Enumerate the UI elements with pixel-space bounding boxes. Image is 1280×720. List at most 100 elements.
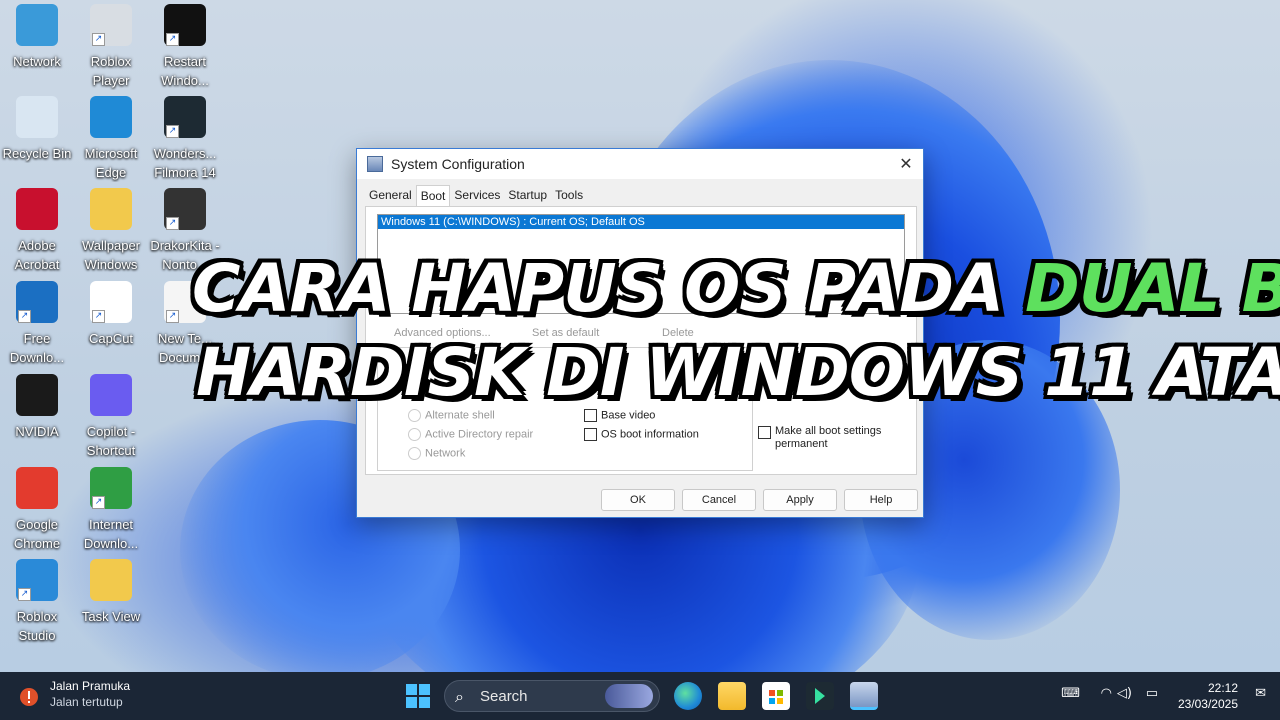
network-icon [16, 4, 58, 46]
weather-title: Jalan Pramuka [50, 679, 131, 693]
desktop-icon-label: Network [13, 54, 61, 69]
volume-icon[interactable]: ◁) [1117, 686, 1132, 701]
desktop-icon[interactable]: ↗ Restart Windo... [147, 4, 223, 90]
capcut-icon: ↗ [90, 281, 132, 323]
desktop-icon[interactable]: ↗ Wonders... Filmora 14 [147, 96, 223, 182]
search-icon: ⌕ [455, 687, 464, 706]
search-highlight-icon [605, 684, 653, 708]
drakorkita-icon: ↗ [164, 188, 206, 230]
idm-icon: ↗ [90, 467, 132, 509]
shortcut-arrow-icon: ↗ [166, 310, 179, 323]
microsoft-store-icon[interactable] [762, 682, 790, 710]
desktop-icon-label: Wonders... Filmora 14 [153, 146, 217, 180]
copilot-icon [90, 374, 132, 416]
clock[interactable]: 22:12 23/03/2025 [1178, 680, 1238, 712]
desktop-icon-label: Wallpaper Windows [81, 238, 141, 272]
desktop-icon[interactable]: Wallpaper Windows [73, 188, 149, 274]
filmora-taskbar-icon[interactable] [806, 682, 834, 710]
filmora-icon: ↗ [164, 96, 206, 138]
os-boot-info-checkbox[interactable]: OS boot information [584, 428, 699, 441]
close-button[interactable]: ✕ [889, 149, 923, 179]
search-placeholder: Search [480, 688, 528, 705]
ok-button[interactable]: OK [601, 489, 675, 511]
ad-repair-radio[interactable]: Active Directory repair [408, 428, 533, 441]
msconfig-icon [367, 156, 383, 172]
desktop-icon-label: Internet Downlo... [83, 517, 139, 551]
start-button[interactable] [404, 682, 432, 710]
desktop-icon[interactable]: Copilot - Shortcut [73, 374, 149, 460]
shortcut-arrow-icon: ↗ [166, 33, 179, 46]
shortcut-arrow-icon: ↗ [92, 310, 105, 323]
desktop-icon-label: NVIDIA [15, 424, 59, 439]
desktop-icon-label: Microsoft Edge [84, 146, 138, 180]
network-radio[interactable]: Network [408, 447, 465, 460]
help-button[interactable]: Help [844, 489, 918, 511]
desktop-icon-label: Task View [81, 609, 141, 624]
taskbar: Jalan Pramuka Jalan tertutup ⌕ Search ⌨ … [0, 672, 1280, 720]
restart-windows-icon: ↗ [164, 4, 206, 46]
traffic-alert-icon [16, 684, 42, 710]
clock-time: 22:12 [1207, 681, 1238, 695]
taskbar-search[interactable]: ⌕ Search [444, 680, 660, 712]
folder-icon [90, 559, 132, 601]
shortcut-arrow-icon: ↗ [18, 310, 31, 323]
recycle-bin-icon [16, 96, 58, 138]
desktop-icon[interactable]: ↗ Internet Downlo... [73, 467, 149, 553]
dialog-title: System Configuration [391, 156, 525, 172]
shortcut-arrow-icon: ↗ [166, 125, 179, 138]
headline-line-2: HARDISK DI WINDOWS 11 ATAU 10 [196, 334, 1280, 411]
shortcut-arrow-icon: ↗ [18, 588, 31, 601]
desktop-icon-label: Adobe Acrobat [14, 238, 60, 272]
tab-general[interactable]: General [365, 185, 416, 206]
shortcut-arrow-icon: ↗ [166, 217, 179, 230]
desktop-icon[interactable]: ↗ CapCut [73, 281, 149, 348]
desktop-icon-label: Recycle Bin [2, 146, 72, 161]
desktop-icon[interactable]: NVIDIA [0, 374, 75, 441]
shortcut-arrow-icon: ↗ [92, 33, 105, 46]
keyboard-icon[interactable]: ⌨ [1061, 686, 1080, 701]
nvidia-icon [16, 374, 58, 416]
desktop-icon[interactable]: Network [0, 4, 75, 71]
desktop-icon-label: Free Downlo... [9, 331, 65, 365]
desktop-icon[interactable]: ↗ Roblox Player [73, 4, 149, 90]
notification-icon[interactable]: ✉ [1255, 686, 1266, 701]
tab-tools[interactable]: Tools [551, 185, 587, 206]
edge-taskbar-icon[interactable] [674, 682, 702, 710]
cancel-button[interactable]: Cancel [682, 489, 756, 511]
os-list-item[interactable]: Windows 11 (C:\WINDOWS) : Current OS; De… [378, 215, 904, 229]
tab-startup[interactable]: Startup [504, 185, 551, 206]
wifi-icon[interactable]: ◠ [1101, 686, 1112, 701]
weather-subtitle: Jalan tertutup [50, 695, 123, 709]
system-configuration-taskbar-icon[interactable] [850, 682, 878, 710]
headline-highlight: DUAL BOOT [1025, 250, 1280, 327]
apply-button[interactable]: Apply [763, 489, 837, 511]
roblox-player-icon: ↗ [90, 4, 132, 46]
weather-widget[interactable]: Jalan Pramuka Jalan tertutup [16, 678, 130, 710]
tab-boot[interactable]: Boot [415, 185, 451, 206]
headline-line-1: CARA HAPUS OS PADA DUAL BOOT [192, 250, 1280, 327]
desktop-icon-label: Roblox Studio [16, 609, 58, 643]
desktop-icon[interactable]: Google Chrome [0, 467, 75, 553]
desktop-icon-label: Roblox Player [90, 54, 132, 88]
desktop-icon[interactable]: Microsoft Edge [73, 96, 149, 182]
desktop-icon-label: Copilot - Shortcut [86, 424, 136, 458]
desktop-icon-label: Google Chrome [13, 517, 61, 551]
desktop-icon[interactable]: Adobe Acrobat [0, 188, 75, 274]
tab-bar: General Boot Services Startup Tools [365, 185, 917, 207]
adobe-acrobat-icon [16, 188, 58, 230]
desktop-icon[interactable]: ↗ Free Downlo... [0, 281, 75, 367]
desktop-icon[interactable]: ↗ Roblox Studio [0, 559, 75, 645]
chrome-icon [16, 467, 58, 509]
file-explorer-icon[interactable] [718, 682, 746, 710]
make-permanent-checkbox[interactable]: Make all boot settings permanent [758, 425, 908, 451]
roblox-studio-icon: ↗ [16, 559, 58, 601]
desktop-icon[interactable]: Recycle Bin [0, 96, 75, 163]
dialog-titlebar[interactable]: System Configuration ✕ [357, 149, 923, 179]
folder-icon [90, 188, 132, 230]
desktop-icon[interactable]: Task View [73, 559, 149, 626]
battery-icon[interactable]: ▭ [1146, 686, 1158, 701]
edge-icon [90, 96, 132, 138]
tab-services[interactable]: Services [450, 185, 504, 206]
desktop: Network ↗ Roblox Player ↗ Restart Windo... Re… [0, 0, 1280, 672]
system-configuration-dialog[interactable]: System Configuration ✕ General Boot Serv… [356, 148, 924, 518]
